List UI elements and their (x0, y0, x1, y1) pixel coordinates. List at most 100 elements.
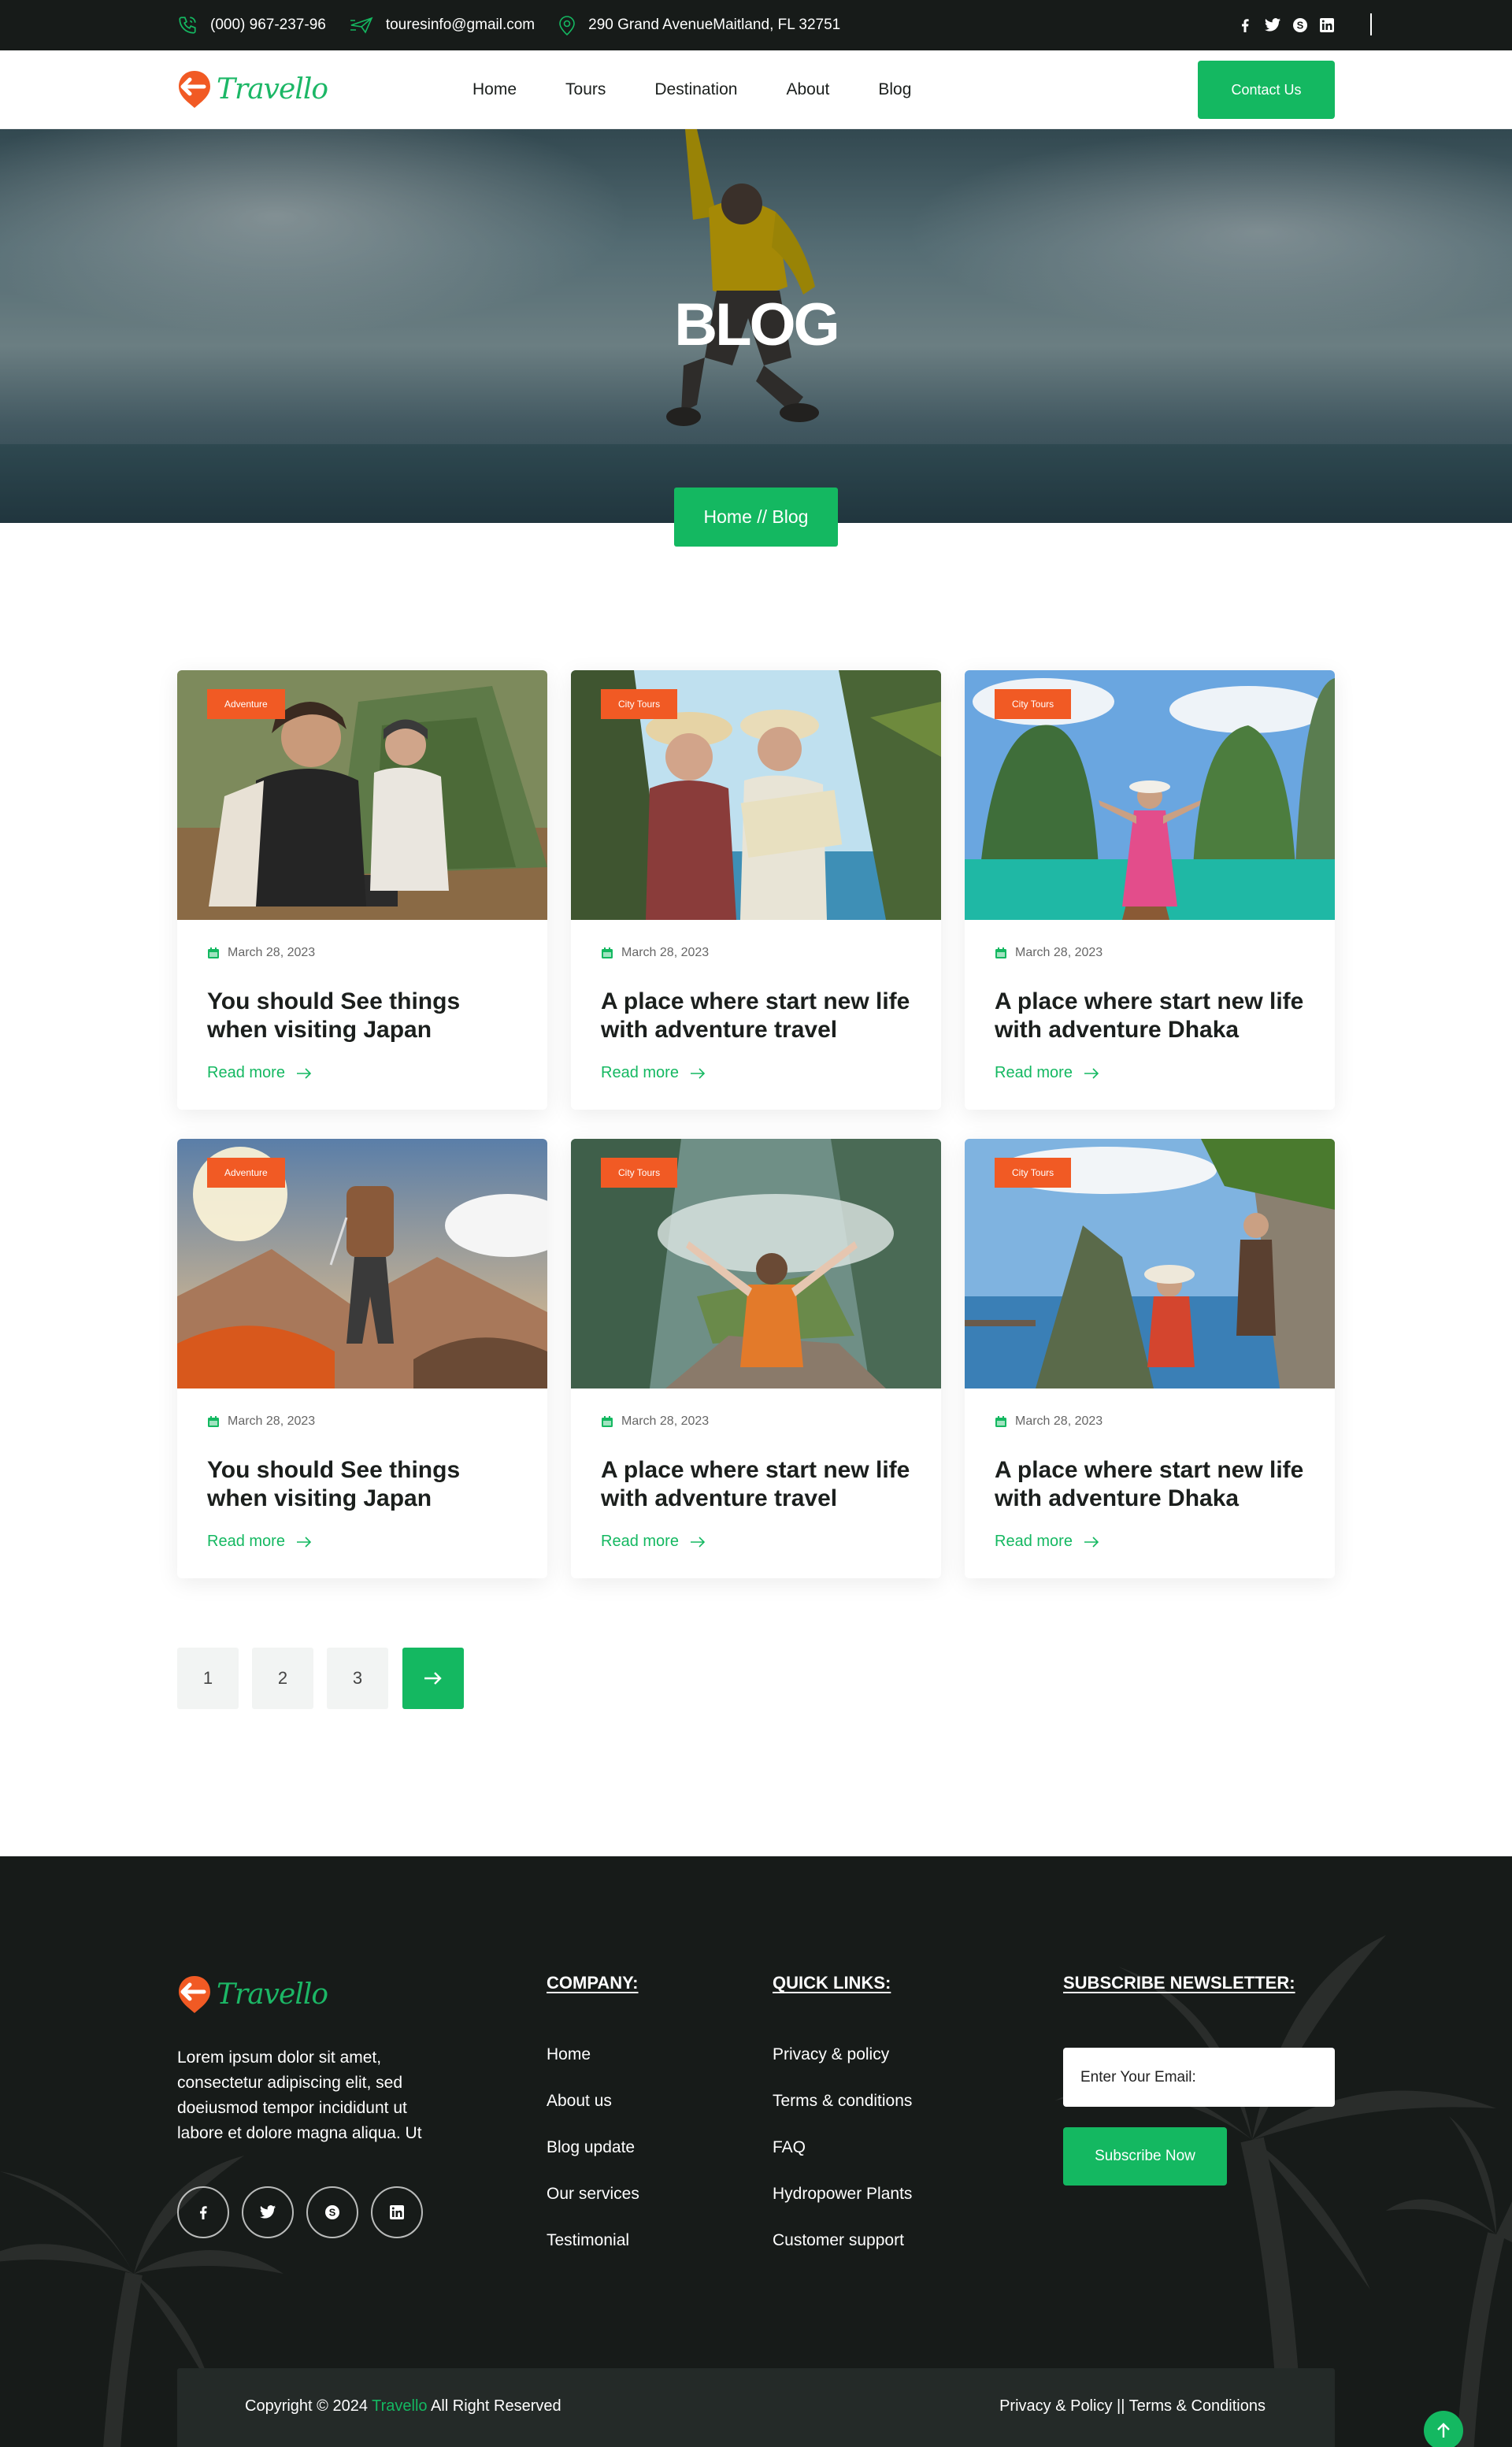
facebook-icon (200, 2206, 207, 2219)
topbar-divider (1370, 13, 1372, 35)
blog-card-image[interactable]: Adventure (177, 1139, 547, 1388)
company-heading: COMPANY: (547, 1973, 639, 1993)
blog-card-image[interactable]: City Tours (965, 670, 1335, 920)
category-badge[interactable]: City Tours (995, 689, 1072, 719)
footer-link-customer-support[interactable]: Customer support (773, 2231, 904, 2249)
nav-home[interactable]: Home (472, 80, 517, 99)
page-title: BLOG (674, 291, 840, 358)
footer-link-about-us[interactable]: About us (547, 2092, 612, 2110)
read-more-link[interactable]: Read more (207, 1064, 312, 1082)
post-date: March 28, 2023 (601, 1414, 709, 1429)
blog-card-image[interactable]: Adventure (177, 670, 547, 920)
post-title[interactable]: A place where start new life with advent… (601, 1456, 916, 1513)
copyright-text: Copyright © 2024 Travello All Right Rese… (245, 2397, 561, 2415)
post-title[interactable]: A place where start new life with advent… (995, 1456, 1310, 1513)
copyright-brand[interactable]: Travello (372, 2397, 427, 2415)
read-more-label: Read more (995, 1533, 1073, 1550)
category-badge[interactable]: City Tours (601, 689, 678, 719)
newsletter-email-input[interactable] (1063, 2048, 1335, 2107)
page-1-button[interactable]: 1 (177, 1648, 239, 1709)
scroll-to-top-button[interactable] (1424, 2411, 1463, 2447)
arrow-right-icon (1084, 1536, 1099, 1548)
address-text: 290 Grand AvenueMaitland, FL 32751 (588, 17, 841, 33)
nav-about[interactable]: About (786, 80, 829, 99)
footer-link-home[interactable]: Home (547, 2045, 591, 2063)
post-date-text: March 28, 2023 (228, 1414, 316, 1428)
phone-text: (000) 967-237-96 (210, 17, 326, 33)
footer-link-testimonial[interactable]: Testimonial (547, 2231, 629, 2249)
twitter-button[interactable] (242, 2186, 294, 2238)
footer-link-faq[interactable]: FAQ (773, 2138, 806, 2156)
twitter-icon[interactable] (1264, 17, 1281, 33)
post-date: March 28, 2023 (207, 1414, 315, 1429)
read-more-link[interactable]: Read more (601, 1064, 706, 1082)
post-date: March 28, 2023 (995, 946, 1102, 960)
blog-card-image[interactable]: City Tours (571, 670, 941, 920)
facebook-icon[interactable] (1237, 17, 1253, 33)
copyright-suffix: All Right Reserved (427, 2397, 561, 2415)
topbar-phone[interactable]: (000) 967-237-96 (177, 15, 326, 35)
skype-button[interactable]: S (306, 2186, 358, 2238)
read-more-label: Read more (207, 1064, 285, 1081)
read-more-link[interactable]: Read more (995, 1533, 1099, 1551)
read-more-link[interactable]: Read more (207, 1533, 312, 1551)
footer-link-terms[interactable]: Terms & conditions (773, 2092, 912, 2110)
arrow-right-icon (424, 1672, 442, 1685)
footer-link-blog-update[interactable]: Blog update (547, 2138, 635, 2156)
next-page-button[interactable] (402, 1648, 464, 1709)
calendar-icon (208, 1416, 219, 1427)
nav-destination[interactable]: Destination (654, 80, 737, 99)
category-badge[interactable]: Adventure (207, 689, 285, 719)
breadcrumb[interactable]: Home // Blog (674, 488, 838, 547)
topbar-email[interactable]: touresinfo@gmail.com (350, 16, 535, 35)
footer-link-our-services[interactable]: Our services (547, 2185, 639, 2203)
topbar-address: 290 Grand AvenueMaitland, FL 32751 (558, 15, 840, 35)
footer-logo[interactable]: Travello (177, 1974, 328, 2014)
top-bar: (000) 967-237-96 touresinfo@gmail.com 29… (0, 0, 1512, 50)
main-header: Travello Home Tours Destination About Bl… (0, 50, 1512, 129)
calendar-icon (602, 947, 613, 958)
arrow-right-icon (690, 1067, 706, 1079)
post-title[interactable]: You should See things when visiting Japa… (207, 1456, 522, 1513)
facebook-button[interactable] (177, 2186, 229, 2238)
read-more-link[interactable]: Read more (995, 1064, 1099, 1082)
linkedin-button[interactable] (371, 2186, 423, 2238)
page-2-button[interactable]: 2 (252, 1648, 313, 1709)
arrow-right-icon (1084, 1067, 1099, 1079)
contact-us-button[interactable]: Contact Us (1198, 61, 1335, 119)
category-badge[interactable]: City Tours (601, 1158, 678, 1188)
blog-card[interactable]: City Tours March 28, 2023 A place where … (965, 1139, 1335, 1578)
linkedin-icon (390, 2205, 404, 2219)
site-logo[interactable]: Travello (177, 69, 328, 109)
nav-tours[interactable]: Tours (565, 80, 606, 99)
footer-link-privacy-policy[interactable]: Privacy & policy (773, 2045, 889, 2063)
post-title[interactable]: A place where start new life with advent… (995, 988, 1310, 1044)
blog-card[interactable]: Adventure March 28, 2023 You should See … (177, 670, 547, 1110)
skype-icon[interactable]: S (1292, 17, 1308, 33)
post-title[interactable]: A place where start new life with advent… (601, 988, 916, 1044)
logo-mark-icon (179, 71, 210, 108)
post-title[interactable]: You should See things when visiting Japa… (207, 988, 522, 1044)
blog-card[interactable]: City Tours March 28, 2023 A place where … (571, 1139, 941, 1578)
logo-text: Travello (217, 1978, 328, 2011)
linkedin-icon[interactable] (1319, 17, 1335, 33)
page-3-button[interactable]: 3 (327, 1648, 388, 1709)
footer-link-hydropower[interactable]: Hydropower Plants (773, 2185, 912, 2203)
nav-blog[interactable]: Blog (878, 80, 911, 99)
read-more-label: Read more (601, 1533, 679, 1550)
arrow-right-icon (296, 1067, 312, 1079)
read-more-link[interactable]: Read more (601, 1533, 706, 1551)
subscribe-button[interactable]: Subscribe Now (1063, 2127, 1227, 2186)
blog-card[interactable]: Adventure March 28, 2023 You should See … (177, 1139, 547, 1578)
calendar-icon (208, 947, 219, 958)
blog-card[interactable]: City Tours March 28, 2023 A place where … (571, 670, 941, 1110)
blog-card-image[interactable]: City Tours (571, 1139, 941, 1388)
footer-bottom-links[interactable]: Privacy & Policy || Terms & Conditions (999, 2397, 1266, 2415)
blog-card-image[interactable]: City Tours (965, 1139, 1335, 1388)
read-more-label: Read more (601, 1064, 679, 1081)
post-date-text: March 28, 2023 (621, 1414, 710, 1428)
category-badge[interactable]: City Tours (995, 1158, 1072, 1188)
blog-card[interactable]: City Tours March 28, 2023 A place where … (965, 670, 1335, 1110)
category-badge[interactable]: Adventure (207, 1158, 285, 1188)
calendar-icon (995, 1416, 1006, 1427)
